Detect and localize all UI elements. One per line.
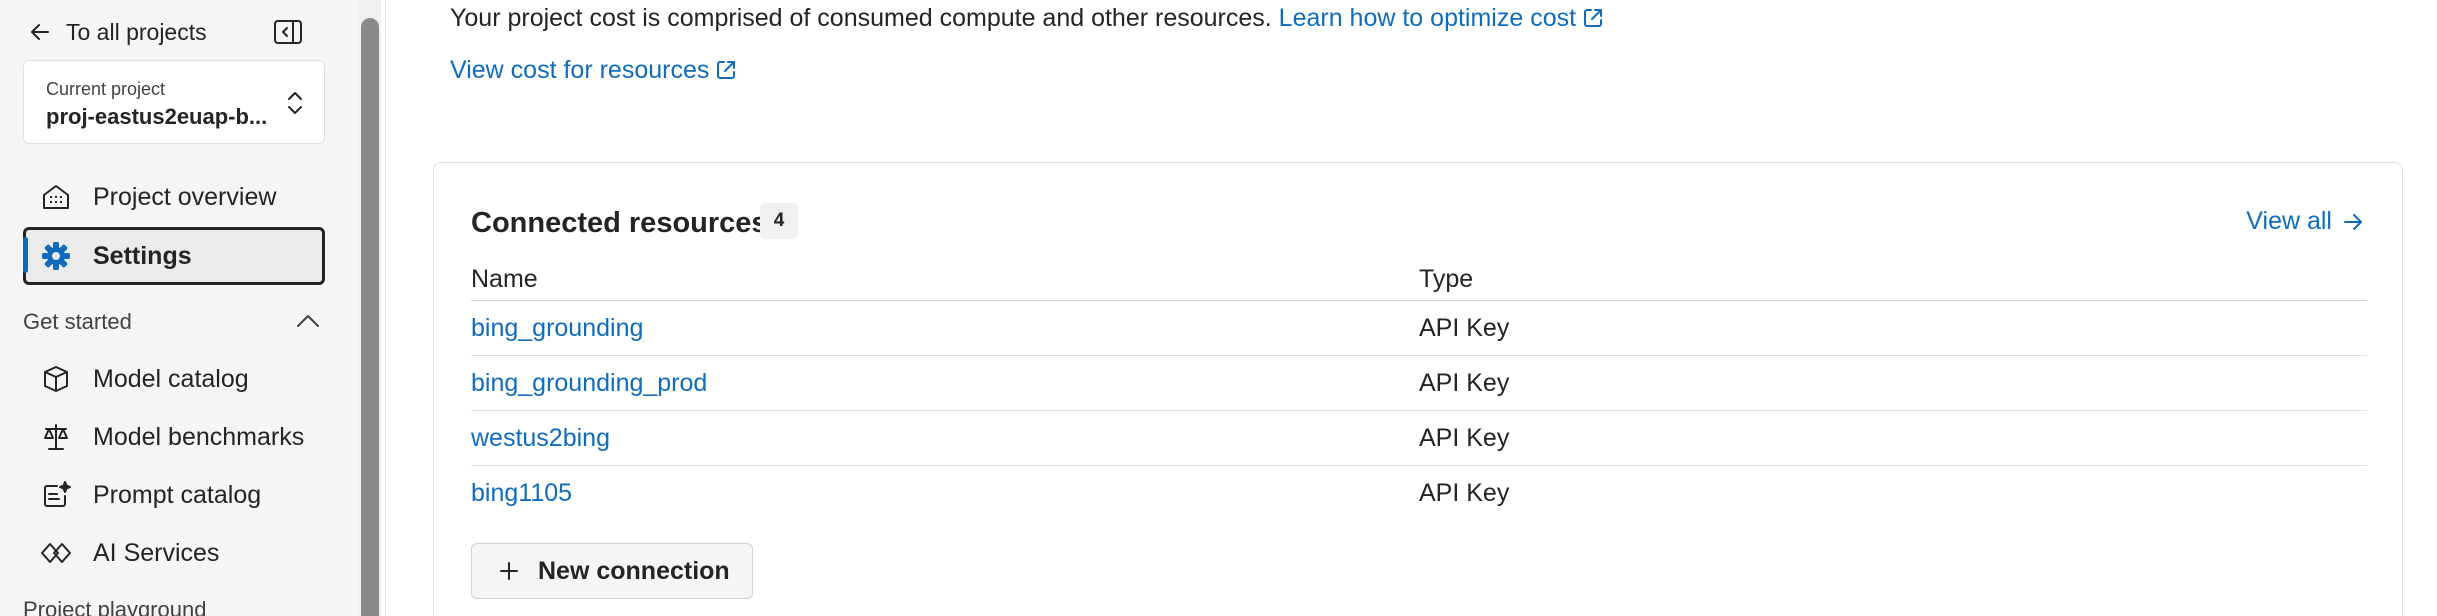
arrow-left-icon xyxy=(31,24,49,40)
resource-type: API Key xyxy=(1419,368,1510,397)
table-row: bing1105 API Key xyxy=(471,466,2367,521)
plus-icon xyxy=(500,562,518,580)
column-header-name[interactable]: Name xyxy=(471,265,1419,294)
nav-prompt-catalog[interactable]: Prompt catalog xyxy=(23,466,325,524)
current-project-caption: Current project xyxy=(46,79,166,99)
table-header: Name Type xyxy=(471,259,2367,301)
view-cost-link[interactable]: View cost for resources xyxy=(450,56,737,85)
nav-ai-services[interactable]: AI Services xyxy=(23,524,325,582)
chevron-up-down-icon xyxy=(288,92,302,114)
current-project-name: proj-eastus2euap-b... xyxy=(46,104,268,129)
left-navigation: To all projects Current project proj-eas… xyxy=(0,0,359,616)
resource-name-link[interactable]: bing_grounding_prod xyxy=(471,369,1419,398)
connected-resources-title: Connected resources xyxy=(471,207,768,239)
cube-icon xyxy=(39,362,73,396)
resource-name-link[interactable]: westus2bing xyxy=(471,424,1419,453)
table-row: westus2bing API Key xyxy=(471,411,2367,466)
current-project-selector[interactable]: Current project proj-eastus2euap-b... xyxy=(23,60,325,144)
nav-settings[interactable]: Settings xyxy=(23,227,325,285)
table-row: bing_grounding_prod API Key xyxy=(471,356,2367,411)
nav-label: Prompt catalog xyxy=(93,480,262,509)
new-connection-button[interactable]: New connection xyxy=(471,543,753,599)
resource-name-link[interactable]: bing_grounding xyxy=(471,314,1419,343)
section-get-started-toggle[interactable]: Get started xyxy=(23,302,325,342)
chevron-up-icon xyxy=(297,315,319,327)
nav-label: Model catalog xyxy=(93,364,249,393)
cost-text: Your project cost is comprised of consum… xyxy=(450,4,1272,32)
building-icon xyxy=(39,180,73,214)
section-project-playground[interactable]: Project playground xyxy=(23,597,206,616)
connected-resources-card: Connected resources 4 View all Name Type… xyxy=(433,162,2403,616)
nav-label: Project overview xyxy=(93,182,277,211)
main-content: Your project cost is comprised of consum… xyxy=(386,0,2437,616)
arrow-right-icon xyxy=(2344,213,2362,230)
scales-icon xyxy=(39,420,73,454)
back-to-all-projects-link[interactable]: To all projects xyxy=(28,14,207,50)
nav-model-catalog[interactable]: Model catalog xyxy=(23,350,325,408)
gear-icon xyxy=(39,239,73,273)
nav-model-benchmarks[interactable]: Model benchmarks xyxy=(23,408,325,466)
view-all-link[interactable]: View all xyxy=(2246,207,2364,236)
external-link-icon xyxy=(717,61,736,79)
resource-count-badge: 4 xyxy=(760,203,798,239)
column-header-type[interactable]: Type xyxy=(1419,265,2367,294)
connected-resources-table: Name Type bing_grounding API Key bing_gr… xyxy=(471,259,2367,521)
nav-label: Settings xyxy=(93,241,192,270)
external-link-icon xyxy=(1584,9,1603,27)
section-label: Get started xyxy=(23,309,132,334)
new-connection-label: New connection xyxy=(538,556,730,585)
prompt-sparkle-icon xyxy=(39,478,73,512)
collapse-sidebar-button[interactable] xyxy=(270,14,306,50)
table-row: bing_grounding API Key xyxy=(471,301,2367,356)
cost-description: Your project cost is comprised of consum… xyxy=(450,4,1604,33)
resource-type: API Key xyxy=(1419,479,1510,507)
sidebar-scrollbar-thumb[interactable] xyxy=(361,18,379,616)
back-label: To all projects xyxy=(66,18,207,45)
optimize-cost-link[interactable]: Learn how to optimize cost xyxy=(1279,4,1604,32)
resource-type: API Key xyxy=(1419,313,1510,342)
resource-name-link[interactable]: bing1105 xyxy=(471,479,1419,508)
nav-label: Model benchmarks xyxy=(93,422,305,451)
resource-type: API Key xyxy=(1419,423,1510,452)
diamond-link-icon xyxy=(39,536,73,570)
nav-project-overview[interactable]: Project overview xyxy=(23,168,325,226)
panel-collapse-icon xyxy=(274,20,302,44)
active-indicator xyxy=(23,237,28,273)
nav-label: AI Services xyxy=(93,538,220,567)
